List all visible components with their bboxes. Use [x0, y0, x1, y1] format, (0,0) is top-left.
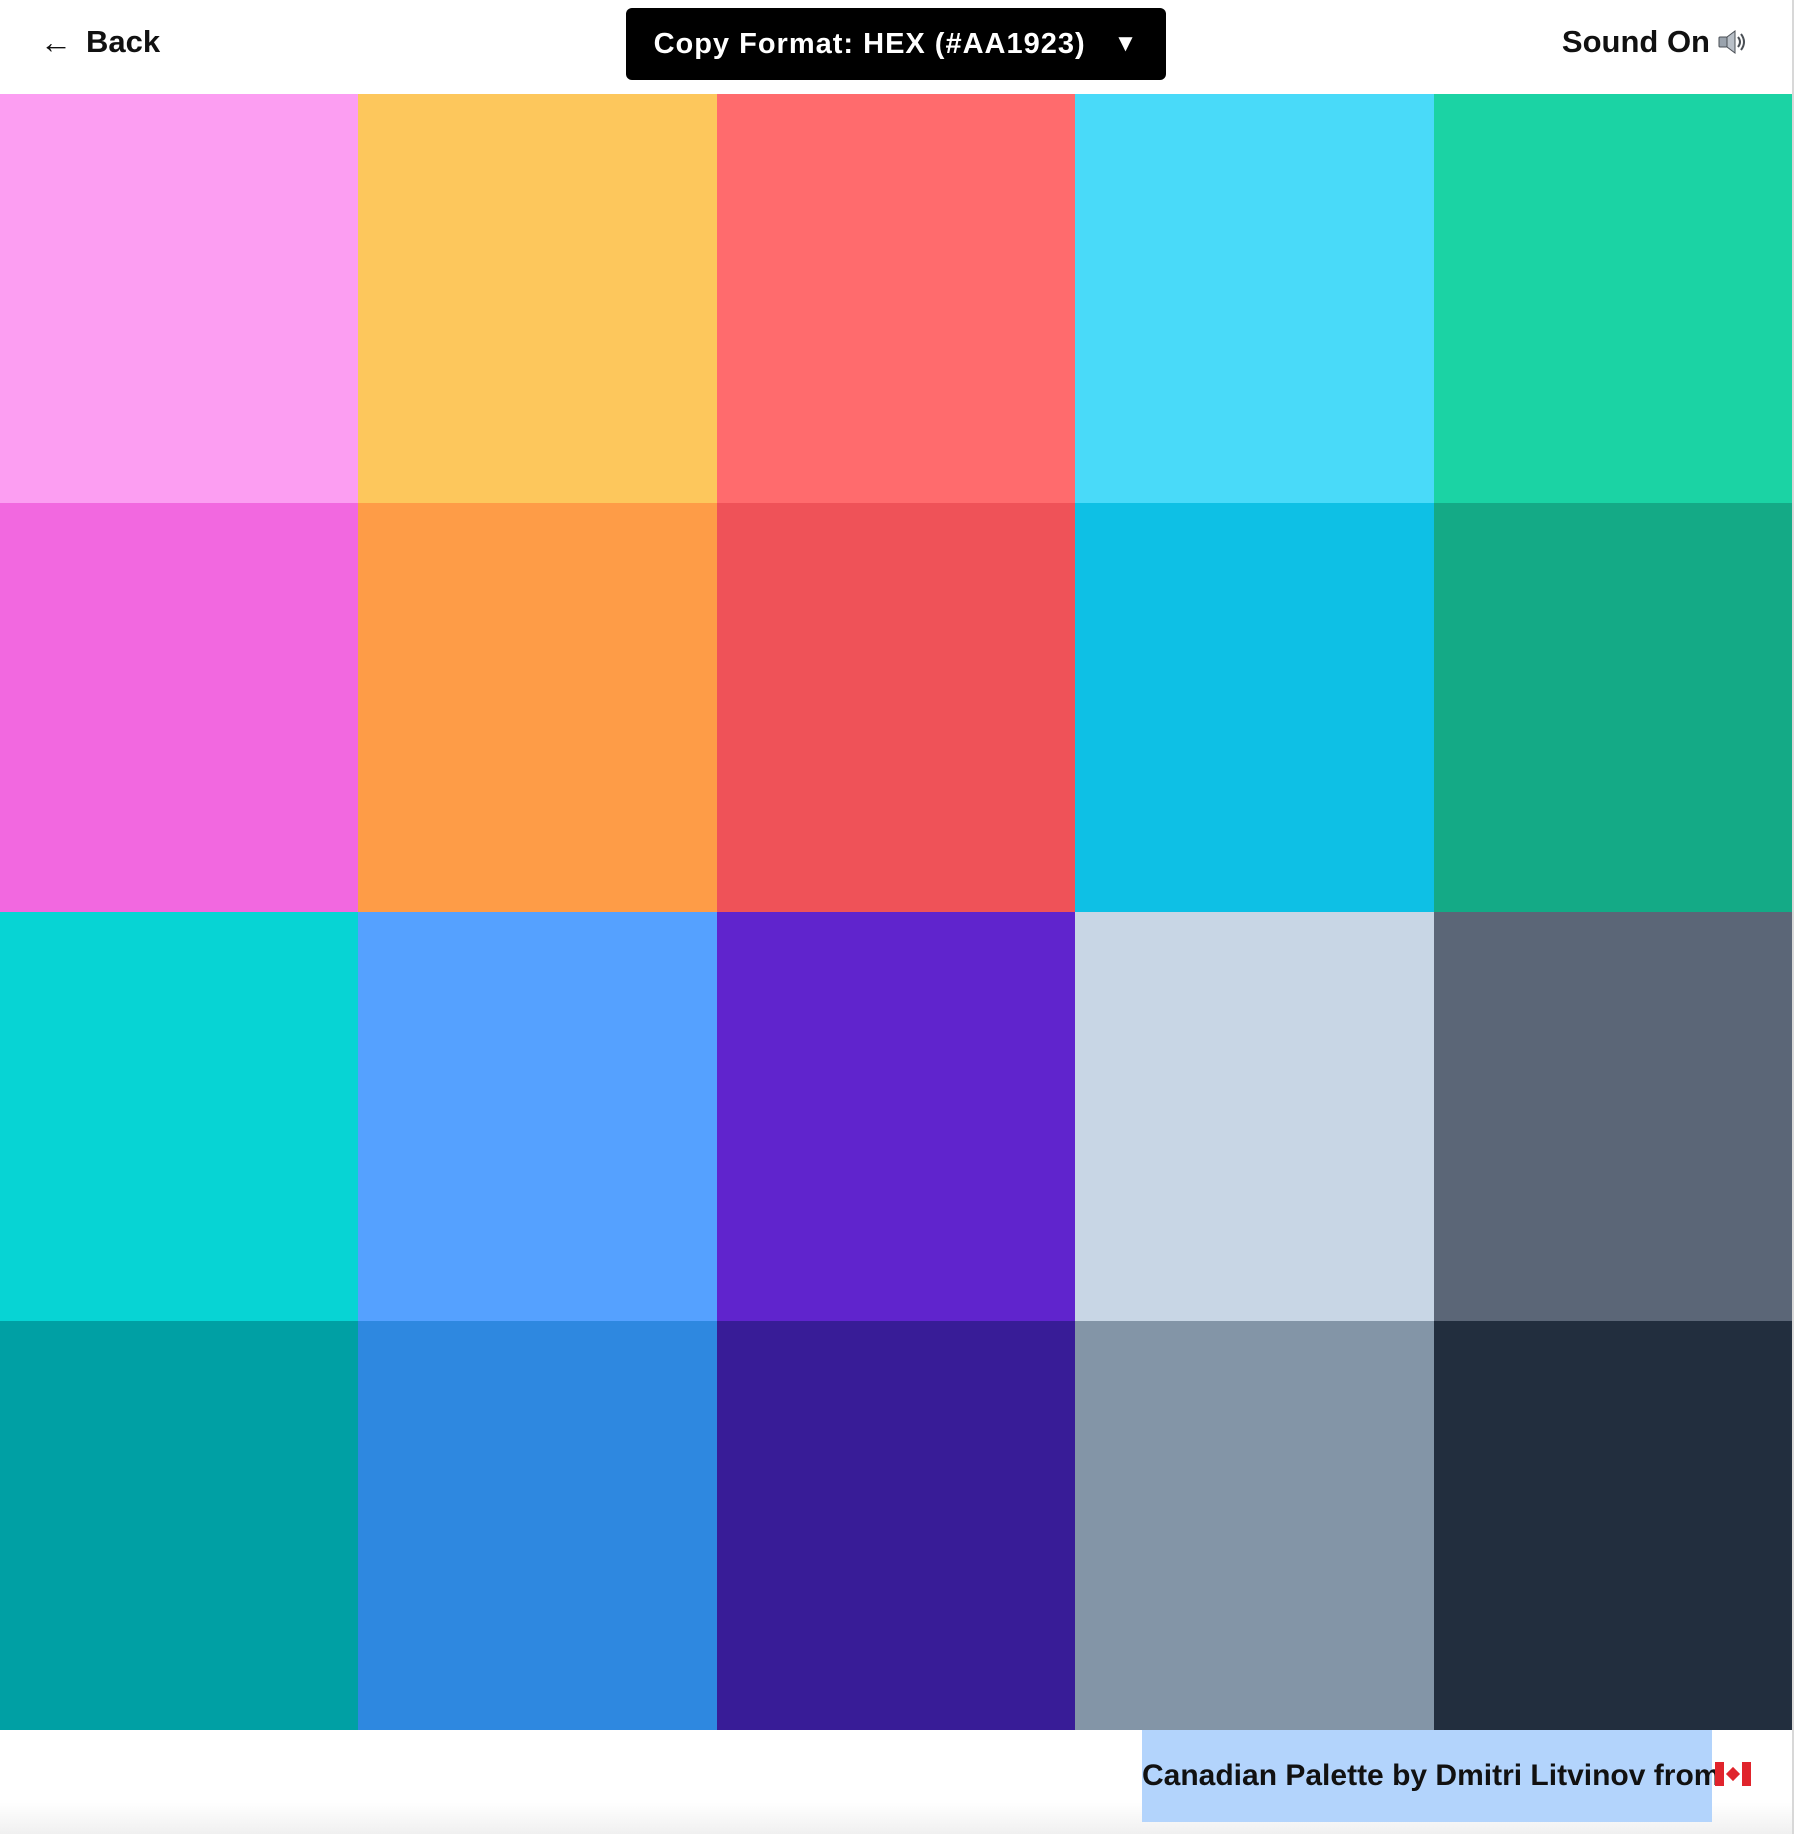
color-swatch[interactable]	[358, 912, 717, 1321]
sound-label: Sound On	[1561, 24, 1710, 59]
copy-format-label: Copy Format: HEX (#AA1923)	[653, 27, 1086, 60]
color-swatch[interactable]	[1075, 503, 1434, 912]
color-swatch[interactable]	[1075, 94, 1434, 503]
color-swatch[interactable]	[1434, 503, 1792, 912]
color-swatch[interactable]	[358, 1321, 717, 1730]
flag-right-band	[1742, 1762, 1751, 1786]
flag-left-band	[1715, 1762, 1724, 1786]
copy-format-dropdown[interactable]: Copy Format: HEX (#AA1923) ▼	[626, 8, 1166, 80]
color-swatch[interactable]	[717, 1321, 1075, 1730]
back-label: Back	[86, 24, 161, 59]
color-swatch[interactable]	[1075, 1321, 1434, 1730]
color-swatch[interactable]	[0, 503, 358, 912]
caret-down-icon: ▼	[1113, 30, 1139, 57]
color-swatch[interactable]	[0, 94, 358, 503]
flag-center	[1724, 1762, 1742, 1786]
footer: Canadian Palette by Dmitri Litvinov from	[0, 1730, 1792, 1834]
left-arrow-icon: ←	[40, 24, 72, 60]
canada-flag-icon	[1715, 1762, 1751, 1786]
back-button[interactable]: ← Back	[40, 20, 160, 64]
credit-text: Canadian Palette by Dmitri Litvinov from	[1142, 1730, 1720, 1822]
color-swatch[interactable]	[1434, 1321, 1792, 1730]
speaker-icon	[1718, 30, 1745, 54]
color-swatch[interactable]	[1075, 912, 1434, 1321]
color-swatch[interactable]	[0, 912, 358, 1321]
sound-toggle[interactable]: Sound On	[1562, 20, 1748, 64]
color-swatch[interactable]	[358, 503, 717, 912]
maple-leaf-shape	[1725, 1766, 1741, 1782]
page: ← Back Copy Format: HEX (#AA1923) ▼ Soun…	[0, 0, 1794, 1834]
color-swatch-grid	[0, 94, 1792, 1730]
color-swatch[interactable]	[358, 94, 717, 503]
color-swatch[interactable]	[1434, 912, 1792, 1321]
color-swatch[interactable]	[717, 503, 1075, 912]
color-swatch[interactable]	[717, 94, 1075, 503]
color-swatch[interactable]	[0, 1321, 358, 1730]
header: ← Back Copy Format: HEX (#AA1923) ▼ Soun…	[0, 0, 1792, 94]
color-swatch[interactable]	[717, 912, 1075, 1321]
color-swatch[interactable]	[1434, 94, 1792, 503]
app-frame: ← Back Copy Format: HEX (#AA1923) ▼ Soun…	[0, 0, 1792, 1834]
